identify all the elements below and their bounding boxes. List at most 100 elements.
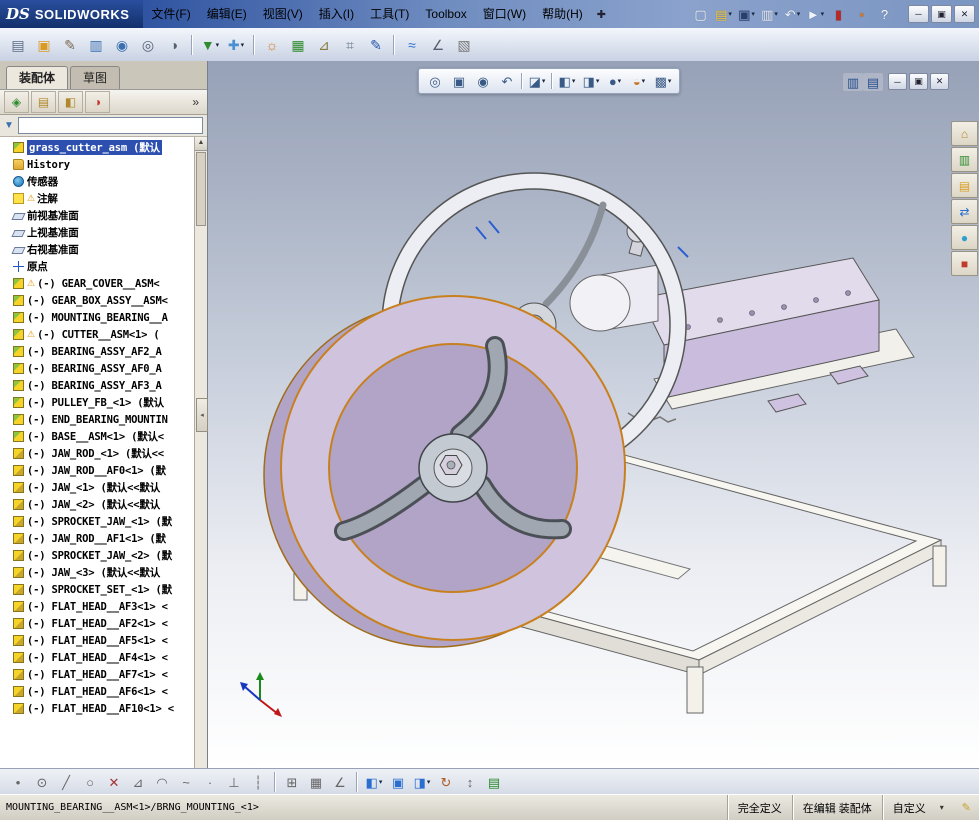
- find-references-icon[interactable]: ◎: [135, 32, 161, 58]
- tree-filter-input[interactable]: [18, 117, 203, 134]
- search-arrows-icon[interactable]: ⇄: [951, 199, 978, 224]
- hide-show-items-icon[interactable]: ●: [603, 70, 627, 92]
- menu-tools[interactable]: 工具(T): [362, 0, 417, 28]
- tree-item[interactable]: ⚠ (-) MOUNTING_BEARING__A: [0, 309, 195, 326]
- perpendicular-icon[interactable]: ⊥: [222, 771, 246, 793]
- animation-icon[interactable]: ▧: [451, 32, 477, 58]
- tree-item[interactable]: ⚠ (-) JAW_<1> (默认<<默认: [0, 479, 195, 496]
- undo-icon[interactable]: ↶: [781, 3, 804, 25]
- tree-item[interactable]: ⚠ (-) JAW_ROD__AF1<1> (默: [0, 530, 195, 547]
- preview-window-icon[interactable]: ◉: [109, 32, 135, 58]
- design-library-icon[interactable]: ▥: [951, 147, 978, 172]
- split-vertical-icon[interactable]: ▤: [863, 73, 883, 91]
- tree-item[interactable]: ⚠ (-) FLAT_HEAD__AF6<1> <: [0, 683, 195, 700]
- grid-pattern-icon[interactable]: ▦: [304, 771, 328, 793]
- zoom-area-icon[interactable]: ▣: [447, 70, 471, 92]
- view-palette-icon[interactable]: ●: [951, 225, 978, 250]
- menu-view[interactable]: 视图(V): [255, 0, 311, 28]
- options-icon[interactable]: ▪: [850, 3, 873, 25]
- print-icon[interactable]: ▥: [758, 3, 781, 25]
- design-table-icon[interactable]: ▤: [482, 771, 506, 793]
- pin-icon[interactable]: ✚: [597, 8, 606, 21]
- status-custom-dropdown[interactable]: 自定义: [882, 795, 954, 820]
- tree-item[interactable]: ⚠ (-) SPROCKET_JAW_<1> (默: [0, 513, 195, 530]
- chevron-expand-icon[interactable]: »: [188, 95, 203, 109]
- menu-toolbox[interactable]: Toolbox: [417, 0, 474, 28]
- menu-file[interactable]: 文件(F): [143, 0, 198, 28]
- markup-icon[interactable]: ✎: [363, 32, 389, 58]
- component-columns-icon[interactable]: ▥: [83, 32, 109, 58]
- file-explorer-icon[interactable]: ▤: [951, 173, 978, 198]
- doc-minimize-button[interactable]: ─: [888, 73, 907, 90]
- minimize-button[interactable]: ─: [908, 5, 929, 23]
- panel-splitter-handle[interactable]: ◂: [196, 398, 208, 432]
- tree-item[interactable]: ⚠ (-) FLAT_HEAD__AF2<1> <: [0, 615, 195, 632]
- attachments-icon[interactable]: ✎: [57, 32, 83, 58]
- gear-icon[interactable]: ☼: [259, 32, 285, 58]
- zoom-fit-icon[interactable]: ◎: [423, 70, 447, 92]
- tree-item[interactable]: ⚠ (-) FLAT_HEAD__AF4<1> <: [0, 649, 195, 666]
- tree-item[interactable]: ⚠ 前视基准面: [0, 207, 195, 224]
- tree-scrollbar[interactable]: ▲: [194, 137, 207, 768]
- tree-item[interactable]: ⚠ (-) GEAR_BOX_ASSY__ASM<: [0, 292, 195, 309]
- filter-funnel-icon[interactable]: ▼: [4, 120, 14, 131]
- status-pencil-icon[interactable]: ✎: [954, 801, 979, 814]
- filter-components-icon[interactable]: ▼: [197, 32, 223, 58]
- wireframe-cube-icon[interactable]: ▣: [386, 771, 410, 793]
- help-icon[interactable]: ?: [873, 3, 896, 25]
- new-document-icon[interactable]: ▢: [689, 3, 712, 25]
- shaded-view-icon[interactable]: ◧: [362, 771, 386, 793]
- scene-icon[interactable]: ▩: [651, 70, 675, 92]
- ellipse-tool-icon[interactable]: ○: [78, 771, 102, 793]
- zoom-in-out-icon[interactable]: ◉: [471, 70, 495, 92]
- open-icon[interactable]: ▤: [712, 3, 735, 25]
- open-parent-icon[interactable]: ▣: [31, 32, 57, 58]
- menu-window[interactable]: 窗口(W): [475, 0, 534, 28]
- tree-item[interactable]: ⚠ History: [0, 156, 195, 173]
- select-cursor-icon[interactable]: ►: [804, 3, 827, 25]
- tree-item[interactable]: ⚠ (-) SPROCKET_JAW_<2> (默: [0, 547, 195, 564]
- tree-item[interactable]: ⚠ (-) END_BEARING_MOUNTIN: [0, 411, 195, 428]
- tree-item[interactable]: ⚠ (-) FLAT_HEAD__AF5<1> <: [0, 632, 195, 649]
- construction-line-icon[interactable]: ┆: [246, 771, 270, 793]
- featuremanager-tree-tab[interactable]: ◈: [4, 91, 29, 113]
- tree-item[interactable]: ⚠ (-) CUTTER__ASM<1> (: [0, 326, 195, 343]
- display-style-icon[interactable]: ◨: [579, 70, 603, 92]
- trim-tool-icon[interactable]: ✕: [102, 771, 126, 793]
- move-component-icon[interactable]: ◨: [410, 771, 434, 793]
- view-orientation-icon[interactable]: ◧: [555, 70, 579, 92]
- resources-home-icon[interactable]: ⌂: [951, 121, 978, 146]
- tree-item[interactable]: ⚠ 上视基准面: [0, 224, 195, 241]
- previous-view-icon[interactable]: ↶: [495, 70, 519, 92]
- point-tool-icon[interactable]: ·: [198, 771, 222, 793]
- menu-edit[interactable]: 编辑(E): [199, 0, 255, 28]
- tree-item[interactable]: ⚠ (-) BEARING_ASSY_AF2_A: [0, 343, 195, 360]
- circle-tool-icon[interactable]: ⊙: [30, 771, 54, 793]
- rebuild-icon[interactable]: ▮: [827, 3, 850, 25]
- section-analysis-icon[interactable]: ≈: [399, 32, 425, 58]
- doc-close-button[interactable]: ✕: [930, 73, 949, 90]
- tab-assembly[interactable]: 装配体: [6, 66, 68, 89]
- point-select-icon[interactable]: •: [6, 771, 30, 793]
- restore-button[interactable]: ▣: [931, 5, 952, 23]
- tree-item[interactable]: ⚠ (-) FLAT_HEAD__AF7<1> <: [0, 666, 195, 683]
- tree-item[interactable]: ⚠ (-) FLAT_HEAD__AF3<1> <: [0, 598, 195, 615]
- tree-item[interactable]: ⚠ (-) BASE__ASM<1> (默认<: [0, 428, 195, 445]
- chamfer-tool-icon[interactable]: ⊿: [126, 771, 150, 793]
- tree-item[interactable]: ⚠ (-) FLAT_HEAD__AF10<1> <: [0, 700, 195, 717]
- vertical-ruler-icon[interactable]: ↕: [458, 771, 482, 793]
- make-drawing-icon[interactable]: ▤: [5, 32, 31, 58]
- tab-sketch[interactable]: 草图: [70, 66, 120, 89]
- front-flywheel-selected[interactable]: [264, 296, 625, 647]
- rectangle-pattern-icon[interactable]: ⊞: [280, 771, 304, 793]
- rotate-component-icon[interactable]: ↻: [434, 771, 458, 793]
- tree-item[interactable]: ⚠ (-) PULLEY_FB_<1> (默认: [0, 394, 195, 411]
- tree-item[interactable]: ⚠ 传感器: [0, 173, 195, 190]
- menu-insert[interactable]: 插入(I): [311, 0, 362, 28]
- tree-item[interactable]: ⚠ (-) GEAR_COVER__ASM<: [0, 275, 195, 292]
- draft-analysis-icon[interactable]: ∠: [425, 32, 451, 58]
- spline-tool-icon[interactable]: ~: [174, 771, 198, 793]
- save-icon[interactable]: ▣: [735, 3, 758, 25]
- tree-item[interactable]: ⚠ (-) JAW_ROD_<1> (默认<<: [0, 445, 195, 462]
- tree-item[interactable]: ⚠ (-) JAW_<2> (默认<<默认: [0, 496, 195, 513]
